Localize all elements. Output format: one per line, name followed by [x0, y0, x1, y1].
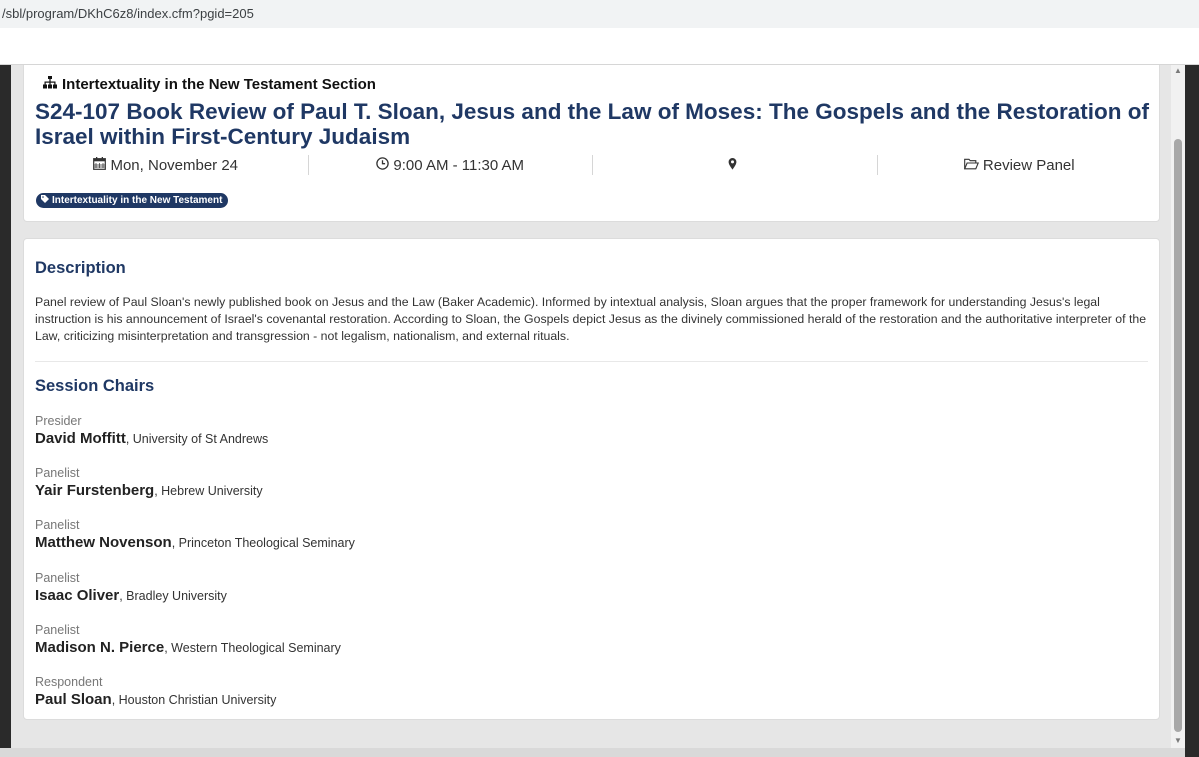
url-text: /sbl/program/DKhC6z8/index.cfm?pgid=205: [2, 6, 254, 21]
session-time: 9:00 AM - 11:30 AM: [307, 155, 593, 175]
chair-affiliation: , Hebrew University: [154, 484, 263, 499]
chair-role: Panelist: [35, 622, 80, 637]
session-detail-modal: Intertextuality in the New Testament Sec…: [11, 65, 1171, 748]
type-text: Review Panel: [982, 156, 1075, 174]
chair-line: Paul Sloan, Houston Christian University: [35, 690, 935, 710]
section-name: Intertextuality in the New Testament Sec…: [62, 76, 376, 93]
session-chairs-heading: Session Chairs: [35, 377, 155, 395]
session-type: Review Panel: [876, 155, 1162, 175]
modal-backdrop-gutter: [1185, 65, 1199, 757]
chair-role: Panelist: [35, 518, 80, 533]
chair-line: Isaac Oliver, Bradley University: [35, 586, 935, 606]
folder-open-icon: [963, 157, 979, 174]
chair-name: Paul Sloan: [35, 690, 112, 708]
chair-affiliation: , University of St Andrews: [125, 432, 269, 446]
session-body-card: Description Panel review of Paul Sloan's…: [23, 238, 1160, 720]
modal-backdrop-bottom: [0, 748, 1199, 757]
chair-affiliation: , Western Theological Seminary: [164, 640, 341, 655]
session-header-card: Intertextuality in the New Testament Sec…: [23, 65, 1160, 222]
description-heading: Description: [35, 259, 126, 277]
chair-item: Panelist Madison N. Pierce, Western Theo…: [35, 623, 935, 675]
scroll-down-arrow-icon[interactable]: ▼: [1173, 737, 1183, 745]
browser-url-bar[interactable]: /sbl/program/DKhC6z8/index.cfm?pgid=205: [0, 0, 1199, 28]
chair-line: Madison N. Pierce, Western Theological S…: [35, 638, 935, 658]
chair-role: Panelist: [35, 570, 80, 585]
sitemap-icon: [43, 76, 57, 93]
session-title: S24-107 Book Review of Paul T. Sloan, Je…: [35, 99, 1149, 149]
chair-affiliation: , Princeton Theological Seminary: [171, 536, 355, 551]
chair-line: Yair Furstenberg, Hebrew University: [35, 481, 935, 501]
section-tag[interactable]: Intertextuality in the New Testament: [36, 193, 229, 208]
calendar-icon: [93, 156, 107, 174]
page-header-strip: [0, 28, 1199, 65]
chair-item: Panelist Isaac Oliver, Bradley Universit…: [35, 571, 935, 623]
section-divider: [35, 361, 1148, 362]
chair-item: Presider David Moffitt, University of St…: [35, 414, 935, 466]
chair-line: David Moffitt, University of St Andrews: [35, 429, 935, 449]
chair-affiliation: , Bradley University: [119, 588, 227, 603]
chair-name: Madison N. Pierce: [35, 638, 165, 656]
chair-item: Panelist Matthew Novenson, Princeton The…: [35, 518, 935, 570]
chair-affiliation: , Houston Christian University: [111, 692, 277, 707]
scroll-thumb[interactable]: [1174, 139, 1182, 732]
tag-icon: [41, 193, 49, 208]
chair-line: Matthew Novenson, Princeton Theological …: [35, 533, 935, 553]
chair-role: Presider: [35, 414, 82, 428]
session-meta-row: Mon, November 24 9:00 AM - 11:30 AM Revi…: [24, 155, 1161, 175]
time-text: 9:00 AM - 11:30 AM: [393, 156, 525, 174]
map-marker-icon: [726, 157, 739, 174]
session-location: [592, 155, 877, 175]
chair-name: Isaac Oliver: [35, 586, 120, 604]
description-text: Panel review of Paul Sloan's newly publi…: [35, 295, 1147, 343]
modal-scrollbar[interactable]: ▲ ▼: [1171, 65, 1185, 748]
tag-label: Intertextuality in the New Testament: [52, 195, 223, 206]
scroll-up-arrow-icon[interactable]: ▲: [1173, 67, 1183, 75]
clock-icon: [376, 156, 390, 174]
chair-role: Panelist: [35, 466, 80, 481]
chair-role: Respondent: [35, 674, 103, 689]
chair-name: Yair Furstenberg: [35, 482, 155, 500]
date-text: Mon, November 24: [110, 156, 239, 174]
section-label[interactable]: Intertextuality in the New Testament Sec…: [43, 76, 376, 93]
session-date: Mon, November 24: [24, 155, 308, 175]
chair-item: Panelist Yair Furstenberg, Hebrew Univer…: [35, 466, 935, 518]
session-chairs-list: Presider David Moffitt, University of St…: [35, 414, 935, 727]
chair-item: Respondent Paul Sloan, Houston Christian…: [35, 675, 935, 727]
chair-name: Matthew Novenson: [35, 534, 172, 552]
chair-name: David Moffitt: [35, 430, 126, 447]
